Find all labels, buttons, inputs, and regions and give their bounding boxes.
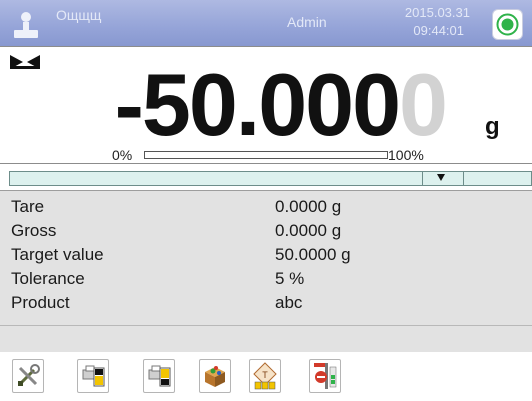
bottom-toolbar: T: [0, 352, 532, 401]
time-display: 09:44:01: [413, 23, 464, 38]
weight-value: -50.0000: [115, 61, 448, 149]
info-value: abc: [275, 293, 303, 312]
bargraph-min-label: 0%: [112, 147, 133, 163]
info-value: 5 %: [275, 269, 305, 288]
access-level: Admin: [287, 14, 327, 30]
tolerance-max-marker: [463, 172, 464, 185]
target-abc-icon: T: [253, 362, 277, 390]
weight-digits: -50.000: [114, 55, 401, 154]
tools-button[interactable]: [12, 359, 44, 393]
product-box-icon: [205, 366, 225, 387]
checkweigher-bar: [9, 171, 532, 186]
info-row-tare: Tare 0.0000 g: [0, 194, 532, 218]
weight-unit[interactable]: g: [485, 113, 500, 141]
info-value: 0.0000 g: [275, 197, 342, 216]
status-led-icon: [496, 13, 519, 36]
info-value: 0.0000 g: [275, 221, 342, 240]
top-bar: Ощщщ Admin 2015.03.31 09:44:01: [0, 0, 532, 46]
user-name: Ощщщ: [56, 7, 102, 23]
weighing-display: -50.0000 g 0% 100%: [0, 46, 532, 164]
info-panel: Tare 0.0000 g Gross 0.0000 g Target valu…: [0, 190, 532, 352]
svg-text:T: T: [262, 370, 268, 380]
header-printout-button[interactable]: [77, 359, 109, 393]
stability-icon: [10, 55, 40, 69]
info-row-gross: Gross 0.0000 g: [0, 218, 532, 242]
footer-printout-button[interactable]: [143, 359, 175, 393]
bargraph-max-label: 100%: [388, 147, 424, 163]
product-database-button[interactable]: [199, 359, 231, 393]
date-display: 2015.03.31: [404, 5, 470, 20]
printer-footer-icon: [148, 365, 171, 387]
info-row-product: Product abc: [0, 290, 532, 314]
stop-indicator-icon: [314, 363, 337, 389]
info-divider: [0, 325, 532, 326]
target-value-button[interactable]: T: [249, 359, 281, 393]
target-indicator-icon: [437, 174, 445, 181]
weight-last-digit: 0: [399, 55, 448, 154]
info-label: Target value: [11, 245, 104, 264]
printer-header-icon: [82, 365, 105, 387]
tolerance-min-marker: [422, 172, 423, 185]
info-label: Gross: [11, 221, 57, 240]
tools-icon: [18, 364, 40, 386]
status-button[interactable]: [492, 9, 523, 40]
user-icon[interactable]: [11, 8, 41, 40]
stop-indicator-button[interactable]: [309, 359, 341, 393]
info-row-target: Target value 50.0000 g: [0, 242, 532, 266]
info-label: Tare: [11, 197, 45, 216]
info-value: 50.0000 g: [275, 245, 351, 264]
bargraph: [144, 151, 388, 159]
info-row-tolerance: Tolerance 5 %: [0, 266, 532, 290]
info-label: Tolerance: [11, 269, 85, 288]
info-label: Product: [11, 293, 70, 312]
